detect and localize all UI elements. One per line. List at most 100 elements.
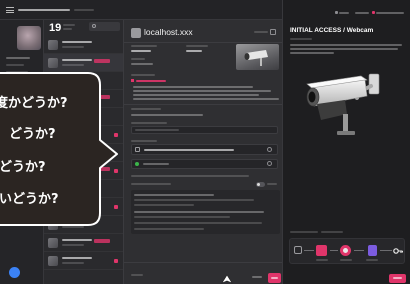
text-placeholder	[131, 175, 249, 177]
text-placeholder	[62, 59, 92, 61]
text-placeholder	[144, 149, 234, 151]
text-placeholder	[393, 277, 402, 279]
list-item[interactable]	[44, 234, 123, 252]
delete-icon[interactable]	[335, 11, 338, 14]
item-thumbnail	[48, 238, 58, 248]
text-placeholder	[135, 129, 179, 131]
sidebar-item[interactable]	[6, 57, 30, 59]
text-placeholder	[136, 80, 166, 82]
key-icon[interactable]	[393, 246, 403, 256]
text-placeholder	[133, 98, 279, 100]
text-placeholder	[134, 228, 204, 230]
attack-chain-node-icon[interactable]	[340, 245, 351, 256]
item-thumbnail	[48, 40, 58, 50]
settings-icon[interactable]	[267, 147, 272, 152]
link-icon[interactable]	[270, 29, 276, 35]
text-placeholder	[134, 204, 194, 206]
bubble-line: どうか?	[9, 127, 56, 142]
text-placeholder	[134, 194, 214, 196]
text-placeholder[interactable]	[339, 12, 349, 14]
text-placeholder	[271, 277, 278, 279]
field-label	[131, 45, 157, 47]
cancel-button[interactable]	[252, 276, 262, 278]
item-thumbnail	[48, 58, 58, 68]
field-label	[131, 122, 167, 124]
text-placeholder	[290, 44, 402, 46]
text-placeholder	[321, 231, 343, 233]
route-select[interactable]	[131, 144, 278, 155]
text-placeholder	[267, 183, 277, 185]
add-icon[interactable]	[372, 11, 375, 14]
status-select[interactable]	[131, 159, 278, 169]
list-item[interactable]	[44, 36, 123, 54]
toggle-switch[interactable]	[256, 182, 265, 187]
bubble-line: 度かどうか?	[0, 96, 68, 111]
editor-footer	[124, 262, 282, 284]
webcam-illustration	[306, 73, 380, 135]
field-value	[131, 114, 203, 116]
item-editor-panel: localhost.xxx	[124, 20, 282, 284]
checkbox[interactable]	[135, 147, 140, 152]
field-label	[131, 140, 157, 142]
field-label	[131, 183, 171, 185]
text-placeholder[interactable]	[131, 274, 143, 276]
chain-arrow	[304, 250, 314, 251]
top-bar	[0, 0, 282, 20]
sidebar-item[interactable]	[6, 64, 24, 66]
text-placeholder	[134, 216, 230, 218]
status-dot	[114, 259, 118, 263]
host-icon	[131, 28, 141, 38]
menu-icon[interactable]	[6, 7, 14, 13]
search-icon	[92, 24, 96, 28]
divider	[124, 42, 282, 43]
severity-tag	[94, 239, 110, 243]
field-label	[131, 58, 145, 60]
app-window: 19 localhost.xxx INITIAL ACCESS / Webcam…	[0, 0, 410, 284]
attack-chain-node-icon[interactable]	[316, 245, 327, 256]
text-placeholder	[74, 9, 94, 11]
host-title: localhost.xxx	[144, 27, 193, 37]
text-placeholder[interactable]	[355, 12, 369, 14]
search-input[interactable]	[89, 22, 120, 31]
text-placeholder	[62, 244, 84, 246]
avatar[interactable]	[17, 26, 41, 50]
text-placeholder	[316, 259, 328, 261]
text-placeholder	[62, 64, 84, 66]
chevron-down-icon[interactable]	[267, 161, 272, 166]
text-placeholder[interactable]	[254, 31, 268, 33]
result-count: 19	[49, 22, 62, 34]
bubble-line: どうか?	[0, 160, 46, 175]
field-value	[131, 50, 151, 52]
text-placeholder	[134, 199, 254, 201]
save-button[interactable]	[268, 273, 281, 283]
item-thumbnail	[48, 256, 58, 266]
text-placeholder	[290, 52, 334, 54]
chain-arrow	[380, 250, 392, 251]
severity-tag	[94, 59, 110, 63]
attack-chain-node-icon[interactable]	[368, 245, 377, 256]
status-ok-icon	[135, 162, 139, 166]
text-placeholder[interactable]	[376, 12, 404, 14]
text-placeholder	[62, 257, 92, 259]
field-label	[131, 108, 161, 110]
target-photo[interactable]	[236, 44, 279, 70]
text-placeholder	[63, 28, 72, 30]
text-placeholder	[290, 48, 398, 50]
text-placeholder	[133, 86, 253, 88]
user-badge-icon[interactable]	[9, 267, 20, 278]
divider	[124, 104, 282, 105]
attack-chain-start-icon[interactable]	[294, 246, 302, 254]
webcam-photo-icon	[244, 50, 268, 66]
text-placeholder	[340, 259, 352, 261]
text-placeholder	[62, 41, 92, 43]
text-placeholder	[134, 222, 262, 224]
text-input[interactable]	[131, 126, 278, 134]
execute-button[interactable]	[389, 274, 406, 283]
chain-arrow	[330, 250, 338, 251]
detail-title: INITIAL ACCESS / Webcam	[290, 27, 374, 34]
section-label	[290, 231, 318, 233]
notes-textarea[interactable]	[131, 190, 280, 234]
chain-arrow	[354, 250, 364, 251]
text-placeholder	[366, 259, 378, 261]
list-item[interactable]	[44, 252, 123, 270]
